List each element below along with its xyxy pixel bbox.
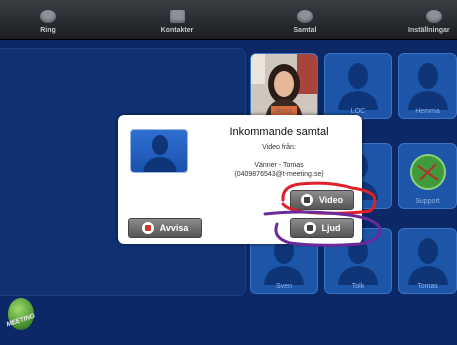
dialog-title: Inkommande samtal bbox=[229, 126, 329, 138]
caller-name: Vänner - Tomas bbox=[254, 162, 304, 169]
audio-answer-button[interactable]: Ljud bbox=[290, 218, 354, 238]
contact-tile-anna[interactable]: Anna bbox=[250, 53, 318, 119]
person-icon bbox=[407, 63, 448, 110]
settings-icon bbox=[426, 10, 442, 23]
video-from-label: Video från: bbox=[262, 144, 296, 151]
contact-tile-hemma[interactable]: Hemma bbox=[398, 53, 457, 119]
tab-bar: Ring Kontakter Samtal Inställningar bbox=[0, 0, 457, 40]
contact-name: Tomas bbox=[417, 283, 438, 290]
audio-label: Ljud bbox=[321, 223, 341, 233]
caller-address: (0409876543@t-meeting.se) bbox=[234, 171, 324, 178]
person-icon bbox=[407, 238, 448, 285]
incoming-call-dialog: Inkommande samtal Video från: Vänner - T… bbox=[118, 115, 362, 244]
phone-hangup-icon bbox=[141, 222, 154, 234]
contact-tile-loc[interactable]: LOC bbox=[324, 53, 392, 119]
contact-name: Support bbox=[415, 198, 440, 205]
person-icon bbox=[338, 63, 378, 110]
tab-samtal[interactable]: Samtal bbox=[285, 0, 325, 40]
tab-ring[interactable]: Ring bbox=[30, 0, 66, 40]
video-label: Video bbox=[318, 195, 344, 205]
tab-kontakter[interactable]: Kontakter bbox=[155, 0, 199, 40]
tab-label: Samtal bbox=[293, 27, 317, 34]
tab-label: Ring bbox=[40, 27, 56, 34]
reject-button[interactable]: Avvisa bbox=[128, 218, 202, 238]
phone-icon bbox=[303, 222, 316, 234]
contact-tile-support[interactable]: Support bbox=[398, 143, 457, 209]
tab-installningar[interactable]: Inställningar bbox=[408, 0, 457, 40]
contact-name: Tolk bbox=[351, 283, 365, 290]
person-icon bbox=[143, 135, 177, 172]
reject-label: Avvisa bbox=[159, 223, 189, 233]
contact-tile-tomas[interactable]: Tomas bbox=[398, 228, 457, 294]
contact-name: Anna bbox=[275, 108, 293, 115]
tab-label: Inställningar bbox=[408, 27, 450, 34]
caller-avatar bbox=[130, 129, 188, 173]
contacts-icon bbox=[169, 10, 185, 23]
contact-name: LOC bbox=[350, 108, 366, 115]
calls-icon bbox=[297, 10, 313, 23]
tab-label: Kontakter bbox=[160, 27, 194, 34]
support-globe-icon bbox=[409, 154, 446, 190]
contact-name: Hemma bbox=[415, 108, 440, 115]
phone-icon bbox=[300, 194, 313, 206]
contact-name: Sven bbox=[276, 283, 292, 290]
video-answer-button[interactable]: Video bbox=[290, 190, 354, 210]
ring-icon bbox=[40, 10, 56, 23]
